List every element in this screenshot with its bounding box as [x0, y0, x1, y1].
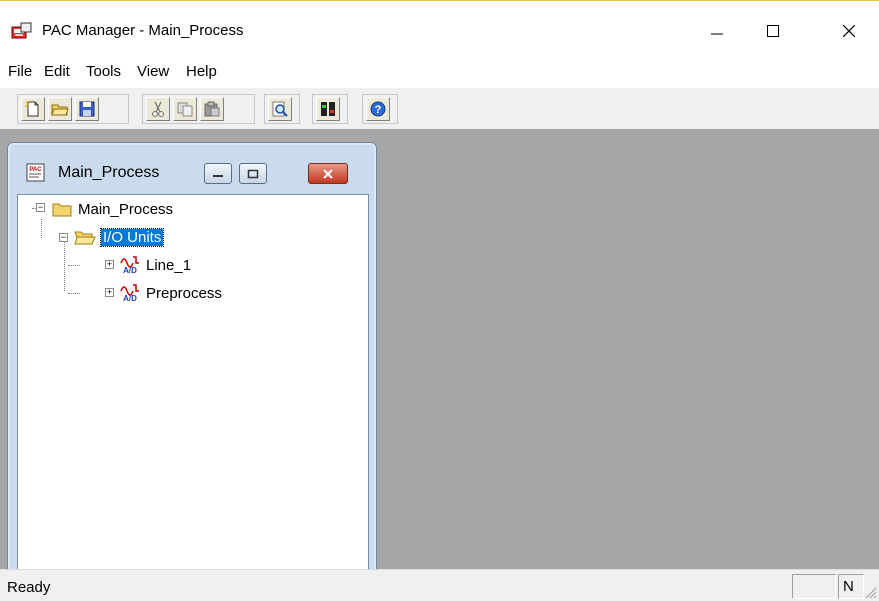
tree-collapse-toggle[interactable]: − [59, 233, 68, 242]
close-icon [843, 25, 855, 37]
maximize-icon [767, 25, 779, 37]
status-bar: Ready N [0, 569, 879, 601]
minimize-icon [213, 174, 223, 177]
close-button[interactable] [826, 1, 872, 63]
minimize-icon [711, 33, 723, 35]
toolbar-settings-group [312, 94, 348, 124]
tree-node-io-units[interactable]: I/O Units [74, 226, 165, 248]
status-indicator: N [838, 574, 864, 599]
menu-tools[interactable]: Tools [86, 63, 121, 80]
tree-connector [64, 238, 65, 291]
child-minimize-button[interactable] [204, 163, 232, 184]
paste-button[interactable] [200, 97, 224, 121]
tree-connector [68, 265, 80, 266]
window-title: PAC Manager - Main_Process [42, 22, 244, 39]
find-icon [272, 101, 288, 117]
open-folder-icon [74, 231, 96, 245]
pac-document-icon: PAC [26, 163, 45, 182]
svg-text:A/D: A/D [123, 266, 137, 275]
ad-unit-icon: A/D [120, 284, 139, 303]
toolbar-edit-group [142, 94, 255, 124]
maximize-button[interactable] [750, 1, 796, 63]
tree-node-label: I/O Units [99, 227, 165, 247]
status-text: Ready [7, 579, 51, 596]
find-button[interactable] [268, 97, 292, 121]
tree-node-label: Main_Process [78, 200, 174, 218]
settings-button[interactable] [316, 97, 340, 121]
svg-text:A/D: A/D [123, 294, 137, 303]
mdi-client-area: PAC Main_Process − Main_Process − I/O Un… [0, 129, 879, 580]
menu-bar: File Edit Tools View Help [0, 59, 879, 87]
toolbar-file-group [17, 94, 129, 124]
help-icon: ? [370, 101, 386, 117]
new-button[interactable] [21, 97, 45, 121]
tree-expand-toggle[interactable]: + [105, 288, 114, 297]
menu-file[interactable]: File [8, 63, 32, 80]
resize-grip-icon[interactable] [864, 586, 877, 599]
copy-button[interactable] [173, 97, 197, 121]
open-folder-icon [51, 104, 69, 116]
tree-node-label: Line_1 [146, 256, 192, 274]
minimize-button[interactable] [694, 1, 740, 63]
restore-icon [247, 169, 259, 178]
status-pane-empty [792, 574, 836, 599]
cut-button[interactable] [146, 97, 170, 121]
svg-text:PAC: PAC [29, 167, 42, 173]
child-restore-button[interactable] [239, 163, 267, 184]
cut-icon [152, 101, 164, 117]
paste-icon [204, 101, 220, 117]
toolbar-find-group [264, 94, 300, 124]
tree-connector [41, 219, 42, 238]
save-button[interactable] [75, 97, 99, 121]
tree-node-label: Preprocess [146, 284, 222, 302]
toolbar: ? [0, 87, 879, 129]
tree-connector [68, 293, 80, 294]
copy-icon [177, 102, 193, 117]
tree-node-preprocess[interactable]: A/D Preprocess [119, 282, 222, 304]
close-icon [323, 168, 333, 179]
child-close-button[interactable] [308, 163, 348, 184]
open-button[interactable] [48, 97, 72, 121]
tree-node-line-1[interactable]: A/D Line_1 [119, 254, 191, 276]
help-button[interactable]: ? [366, 97, 390, 121]
menu-view[interactable]: View [137, 63, 169, 80]
folder-icon [52, 203, 72, 217]
svg-text:?: ? [375, 104, 382, 116]
tree-collapse-toggle[interactable]: − [36, 203, 45, 212]
settings-icon [321, 102, 335, 116]
pac-manager-icon [11, 22, 32, 39]
menu-edit[interactable]: Edit [44, 63, 70, 80]
save-icon [79, 101, 95, 117]
tree-expand-toggle[interactable]: + [105, 260, 114, 269]
title-bar: PAC Manager - Main_Process [0, 0, 879, 62]
tree-node-main-process[interactable]: Main_Process [52, 198, 173, 220]
main-process-window[interactable]: PAC Main_Process − Main_Process − I/O Un… [7, 142, 377, 580]
ad-unit-icon: A/D [120, 256, 139, 275]
toolbar-help-group: ? [362, 94, 398, 124]
menu-help[interactable]: Help [186, 63, 217, 80]
child-window-title: Main_Process [58, 164, 160, 181]
new-file-icon [25, 100, 39, 117]
process-tree[interactable]: − Main_Process − I/O Units + A/D Line_1 … [17, 194, 369, 580]
